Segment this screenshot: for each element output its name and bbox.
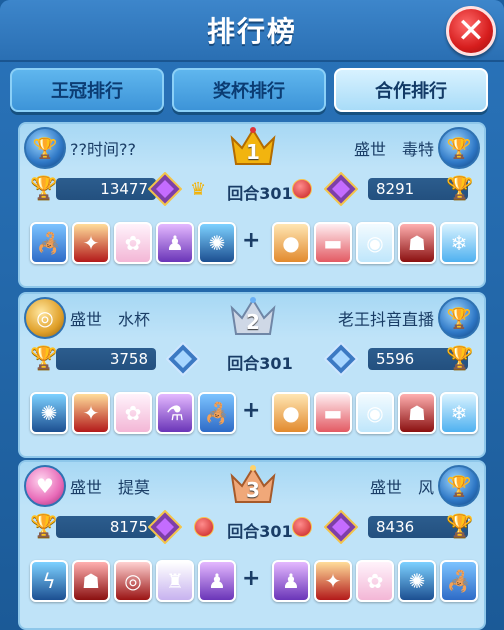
plus-icon: +: [242, 228, 261, 253]
rank-card-1[interactable]: 🏆 ??时间?? 1 盛世 毒特 🏆 🏆 13477 ♛ 回合301 8291 …: [18, 122, 486, 288]
rank-badge-icon: [147, 509, 183, 545]
rank-badge-icon: [165, 341, 201, 377]
rank-card-3[interactable]: ♥ 盛世 提莫 3 盛世 风 🏆 🏆 8175 回合301 8436 🏆 ϟ ☗: [18, 460, 486, 630]
clock-item-icon[interactable]: ◎: [114, 560, 152, 602]
claw-item-icon[interactable]: ✦: [314, 560, 352, 602]
hat-item-icon[interactable]: ♜: [156, 560, 194, 602]
rank-number: 2: [246, 310, 260, 334]
figure-item-icon[interactable]: ♟: [272, 560, 310, 602]
rank-number: 3: [246, 478, 260, 502]
tab-crown-ranking[interactable]: 王冠排行: [10, 68, 164, 112]
left-player-name: 盛世 水杯: [70, 310, 151, 329]
bomb-item-icon[interactable]: ●: [272, 392, 310, 434]
rank-crown-icon: 1: [228, 124, 278, 170]
figure-item-icon[interactable]: ♟: [156, 222, 194, 264]
trophy-icon: 🏆: [446, 514, 474, 539]
vortex-item-icon[interactable]: ✺: [30, 392, 68, 434]
scorpion-item-icon[interactable]: 🦂: [30, 222, 68, 264]
player-avatar-icon: 🏆: [438, 465, 480, 507]
header-bar: 排行榜 ✕: [0, 0, 504, 62]
left-score: 13477: [56, 178, 156, 200]
player-avatar-icon: 🏆: [24, 127, 66, 169]
items-row: 🦂 ✦ ✿ ♟ ✺ + ● ▬ ◉ ☗ ❄: [20, 222, 484, 270]
tab-trophy-ranking[interactable]: 奖杯排行: [172, 68, 326, 112]
trophy-icon: 🏆: [30, 514, 58, 539]
score-row: 🏆 8175 回合301 8436 🏆: [20, 509, 484, 546]
vortex-item-icon[interactable]: ✺: [398, 560, 436, 602]
blossom-item-icon[interactable]: ✿: [114, 222, 152, 264]
tab-bar: 王冠排行 奖杯排行 合作排行: [10, 68, 494, 116]
rank-crown-icon: 2: [228, 294, 278, 340]
round-label: 回合301: [227, 354, 293, 373]
right-player-name: 盛世 风: [369, 478, 434, 497]
round-label: 回合301: [227, 184, 293, 203]
bomb-item-icon[interactable]: ●: [272, 222, 310, 264]
claw-item-icon[interactable]: ✦: [72, 392, 110, 434]
blossom-item-icon[interactable]: ✿: [114, 392, 152, 434]
lightning-item-icon[interactable]: ϟ: [30, 560, 68, 602]
score-row: 🏆 13477 ♛ 回合301 8291 🏆: [20, 171, 484, 208]
player-avatar-icon: 🏆: [438, 127, 480, 169]
plus-icon: +: [242, 398, 261, 423]
scorpion-item-icon[interactable]: 🦂: [198, 392, 236, 434]
trophy-icon: 🏆: [30, 176, 58, 201]
rank-badge-icon: [323, 341, 359, 377]
demon-item-icon[interactable]: ☗: [398, 392, 436, 434]
vortex-item-icon[interactable]: ✺: [198, 222, 236, 264]
player-avatar-icon: 🏆: [438, 297, 480, 339]
close-button[interactable]: ✕: [446, 6, 496, 56]
left-player-name: 盛世 提莫: [70, 478, 151, 497]
right-player-name: 老王抖音直播: [337, 310, 434, 329]
cake-item-icon[interactable]: ▬: [314, 222, 352, 264]
witch-item-icon[interactable]: ⚗: [156, 392, 194, 434]
rank-badge-icon: [323, 509, 359, 545]
demon-item-icon[interactable]: ☗: [398, 222, 436, 264]
tab-coop-ranking[interactable]: 合作排行: [334, 68, 488, 112]
cake-item-icon[interactable]: ▬: [314, 392, 352, 434]
player-avatar-icon: ♥: [24, 465, 66, 507]
demon-item-icon[interactable]: ☗: [72, 560, 110, 602]
plus-icon: +: [242, 566, 261, 591]
right-player-name: 盛世 毒特: [353, 140, 434, 159]
page-title: 排行榜: [206, 15, 297, 48]
red-orb-icon: [292, 517, 312, 537]
round-label: 回合301: [227, 522, 293, 541]
rank-crown-icon: 3: [228, 462, 278, 508]
red-orb-icon: [292, 179, 312, 199]
rank-badge-icon: [147, 171, 183, 207]
rank-number: 1: [246, 140, 260, 164]
rank-card-2[interactable]: ◎ 盛世 水杯 2 老王抖音直播 🏆 🏆 3758 回合301 5596 🏆 ✺…: [18, 292, 486, 458]
orb-item-icon[interactable]: ◉: [356, 392, 394, 434]
trophy-icon: 🏆: [446, 346, 474, 371]
left-player-name: ??时间??: [70, 140, 136, 159]
scorpion-item-icon[interactable]: 🦂: [440, 560, 478, 602]
items-row: ✺ ✦ ✿ ⚗ 🦂 + ● ▬ ◉ ☗ ❄: [20, 392, 484, 440]
figure-item-icon[interactable]: ♟: [198, 560, 236, 602]
left-score: 8175: [56, 516, 156, 538]
red-orb-icon: [194, 517, 214, 537]
left-score: 3758: [56, 348, 156, 370]
leaderboard-panel: 排行榜 ✕ 王冠排行 奖杯排行 合作排行 🏆 ??时间?? 1 盛世 毒特 🏆 …: [0, 0, 504, 630]
ice-item-icon[interactable]: ❄: [440, 222, 478, 264]
orb-item-icon[interactable]: ◉: [356, 222, 394, 264]
trophy-icon: 🏆: [30, 346, 58, 371]
rank-badge-icon: [323, 171, 359, 207]
blossom-item-icon[interactable]: ✿: [356, 560, 394, 602]
items-row: ϟ ☗ ◎ ♜ ♟ + ♟ ✦ ✿ ✺ 🦂: [20, 560, 484, 608]
claw-item-icon[interactable]: ✦: [72, 222, 110, 264]
trophy-icon: 🏆: [446, 176, 474, 201]
score-row: 🏆 3758 回合301 5596 🏆: [20, 341, 484, 378]
player-avatar-icon: ◎: [24, 297, 66, 339]
ice-item-icon[interactable]: ❄: [440, 392, 478, 434]
close-icon: ✕: [456, 11, 486, 51]
small-crown-icon: ♛: [190, 179, 207, 200]
